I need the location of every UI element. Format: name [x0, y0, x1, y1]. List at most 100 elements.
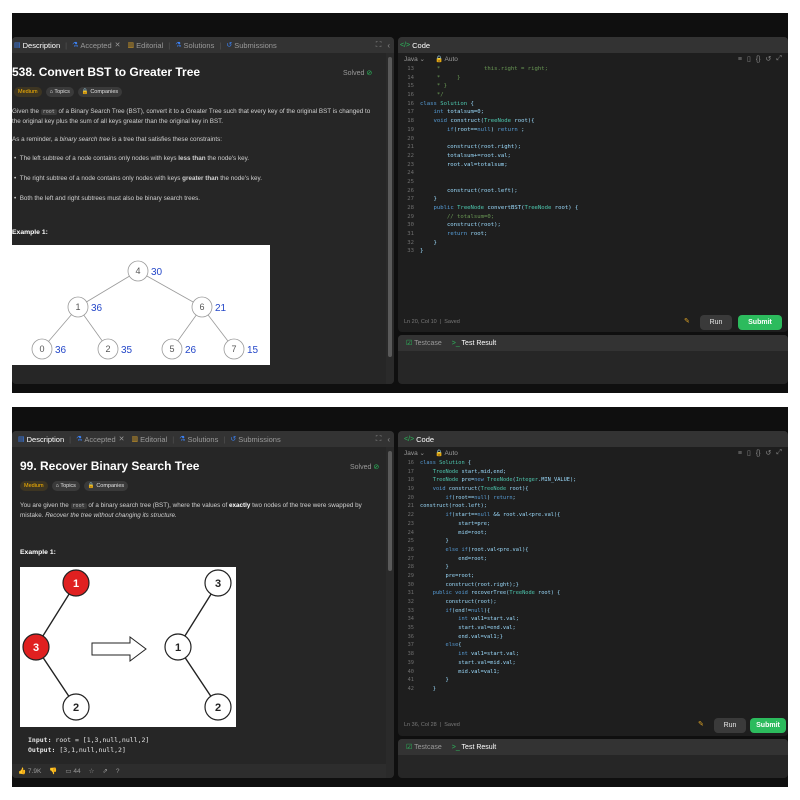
code-line[interactable]: 37 else{ — [398, 641, 780, 650]
tab-description[interactable]: ▤ Description — [14, 41, 60, 50]
braces-icon[interactable]: {} — [756, 56, 761, 63]
code-line[interactable]: 26 construct(root.left); — [398, 187, 780, 196]
code-line[interactable]: 38 int val1=start.val; — [398, 650, 780, 659]
code-line[interactable]: 18 TreeNode pre=new TreeNode(Integer.MIN… — [398, 476, 780, 485]
tab-submissions[interactable]: ↺ Submissions — [226, 41, 276, 50]
code-line[interactable]: 15 * } — [398, 82, 780, 91]
close-icon[interactable]: ✕ — [115, 41, 121, 49]
code-line[interactable]: 31 public void recoverTree(TreeNode root… — [398, 589, 780, 598]
code-line[interactable]: 22 if(start==null && root.val<pre.val){ — [398, 511, 780, 520]
code-line[interactable]: 24 mid=root; — [398, 529, 780, 538]
bookmark-icon[interactable]: ▯ — [747, 55, 751, 63]
tab-accepted[interactable]: ⚗ Accepted ✕ — [72, 41, 122, 50]
braces-icon[interactable]: {} — [756, 450, 761, 457]
thumbs-down-icon[interactable]: 👎 — [49, 767, 57, 775]
expand-icon[interactable]: ⤢ — [776, 449, 782, 457]
code-line[interactable]: 36 end.val=val1;} — [398, 633, 780, 642]
bookmark-icon[interactable]: ▯ — [747, 449, 751, 457]
language-select[interactable]: Java ⌄ — [404, 55, 425, 63]
settings-icon[interactable]: ≡ — [738, 56, 742, 63]
code-line[interactable]: 20 if(root==null) return; — [398, 494, 780, 503]
code-line[interactable]: 19 if(root==null) return ; — [398, 126, 780, 135]
tab-testcase[interactable]: ☑ Testcase — [406, 743, 442, 751]
undo-icon[interactable]: ↺ — [766, 55, 772, 63]
tab-description[interactable]: ▤ Description — [18, 435, 64, 444]
debug-icon[interactable]: ✎ — [684, 317, 690, 325]
collapse-icon[interactable]: ‹ — [387, 41, 390, 50]
code-line[interactable]: 20 — [398, 135, 780, 144]
tab-editorial[interactable]: ▥ Editorial — [128, 41, 164, 50]
scroll-thumb[interactable] — [388, 57, 392, 357]
close-icon[interactable]: ✕ — [119, 435, 125, 443]
auto-mode[interactable]: 🔒 Auto — [435, 449, 458, 457]
code-line[interactable]: 17 int totalsum=0; — [398, 108, 780, 117]
code-lines[interactable]: 13 * this.right = right; 14 * } 15 * } 16 *… — [398, 65, 780, 256]
companies-chip[interactable]: 🔒 Companies — [83, 481, 129, 491]
settings-icon[interactable]: ≡ — [738, 450, 742, 457]
code-line[interactable]: 25 } — [398, 537, 780, 546]
tab-solutions[interactable]: ⚗ Solutions — [175, 41, 214, 50]
code-line[interactable]: 33} — [398, 247, 780, 256]
tab-solutions[interactable]: ⚗ Solutions — [179, 435, 218, 444]
code-line[interactable]: 34 int val1=start.val; — [398, 615, 780, 624]
tab-editorial[interactable]: ▥ Editorial — [132, 435, 168, 444]
code-line[interactable]: 30 construct(root); — [398, 221, 780, 230]
companies-chip[interactable]: 🔒 Companies — [77, 87, 123, 97]
code-line[interactable]: 22 totalsum+=root.val; — [398, 152, 780, 161]
code-line[interactable]: 29 // totalsum=0; — [398, 213, 780, 222]
submit-button[interactable]: Submit — [738, 315, 782, 330]
code-line[interactable]: 29 pre=root; — [398, 572, 780, 581]
run-button[interactable]: Run — [700, 315, 732, 330]
code-line[interactable]: 31 return root; — [398, 230, 780, 239]
code-line[interactable]: 28 public TreeNode convertBST(TreeNode r… — [398, 204, 780, 213]
code-line[interactable]: 21 construct(root.left); — [398, 502, 780, 511]
code-line[interactable]: 33 if(end!=null){ — [398, 607, 780, 616]
code-line[interactable]: 39 start.val=mid.val; — [398, 659, 780, 668]
code-line[interactable]: 28 } — [398, 563, 780, 572]
topics-chip[interactable]: ⌂ Topics — [51, 481, 80, 491]
code-line[interactable]: 32 construct(root); — [398, 598, 780, 607]
code-line[interactable]: 23 root.val=totalsum; — [398, 161, 780, 170]
code-line[interactable]: 19 void construct(TreeNode root){ — [398, 485, 780, 494]
auto-mode[interactable]: 🔒 Auto — [435, 55, 458, 63]
tab-accepted[interactable]: ⚗ Accepted ✕ — [76, 435, 126, 444]
code-line[interactable]: 27 end=root; — [398, 555, 780, 564]
expand-icon[interactable]: ⛶ — [376, 40, 382, 50]
description-scrollbar[interactable] — [386, 53, 394, 384]
code-line[interactable]: 14 * } — [398, 74, 780, 83]
help-icon[interactable]: ? — [116, 768, 120, 775]
tab-testcase[interactable]: ☑ Testcase — [406, 339, 442, 347]
debug-icon[interactable]: ✎ — [698, 720, 704, 728]
code-line[interactable]: 25 — [398, 178, 780, 187]
code-line[interactable]: 40 mid.val=val1; — [398, 668, 780, 677]
code-line[interactable]: 41 } — [398, 676, 780, 685]
code-line[interactable]: 23 start=pre; — [398, 520, 780, 529]
code-line[interactable]: 17 TreeNode start,mid,end; — [398, 468, 780, 477]
expand-icon[interactable]: ⤢ — [776, 55, 782, 63]
tab-test-result[interactable]: >_ Test Result — [452, 340, 496, 347]
submit-button[interactable]: Submit — [750, 718, 786, 733]
undo-icon[interactable]: ↺ — [766, 449, 772, 457]
like-button[interactable]: 👍 7.9K — [18, 767, 41, 775]
tab-submissions[interactable]: ↺ Submissions — [230, 435, 280, 444]
expand-icon[interactable]: ⛶ — [376, 434, 382, 444]
description-scrollbar[interactable] — [386, 447, 394, 778]
code-line[interactable]: 26 else if(root.val<pre.val){ — [398, 546, 780, 555]
code-line[interactable]: 13 * this.right = right; — [398, 65, 780, 74]
code-line[interactable]: 30 construct(root.right);} — [398, 581, 780, 590]
comments-button[interactable]: ▭ 44 — [65, 767, 80, 775]
run-button[interactable]: Run — [714, 718, 746, 733]
code-line[interactable]: 16 class Solution { — [398, 100, 780, 109]
star-icon[interactable]: ☆ — [89, 767, 95, 775]
code-line[interactable]: 16 */ — [398, 91, 780, 100]
code-line[interactable]: 42 } — [398, 685, 780, 694]
code-line[interactable]: 32 } — [398, 239, 780, 248]
share-icon[interactable]: ⇗ — [102, 767, 107, 775]
code-line[interactable]: 27 } — [398, 195, 780, 204]
code-line[interactable]: 35 start.val=end.val; — [398, 624, 780, 633]
tab-code[interactable]: </> Code — [404, 435, 434, 444]
code-line[interactable]: 18 void construct(TreeNode root){ — [398, 117, 780, 126]
language-select[interactable]: Java ⌄ — [404, 449, 425, 457]
tab-code[interactable]: </> Code — [400, 41, 430, 50]
scroll-thumb[interactable] — [388, 451, 392, 571]
